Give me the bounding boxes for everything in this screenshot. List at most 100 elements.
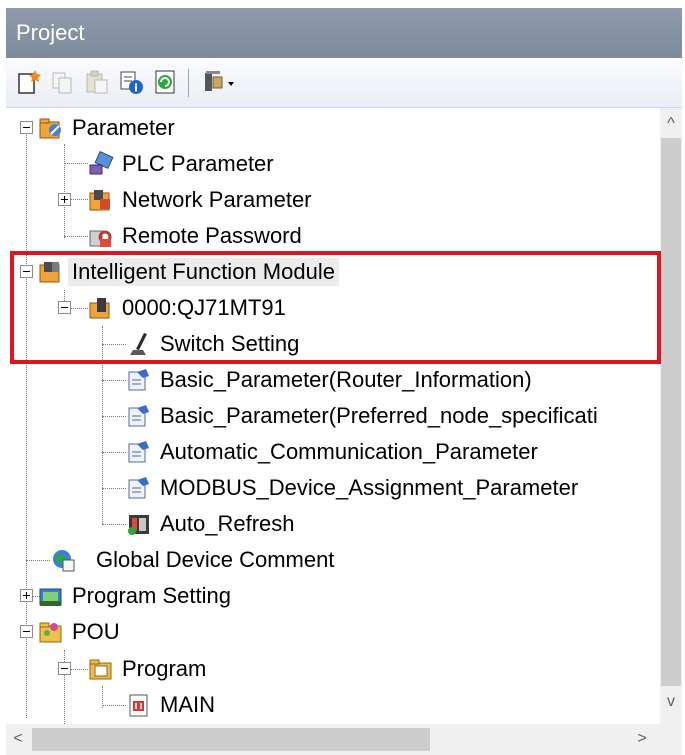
scroll-left-button[interactable]: < — [10, 729, 26, 749]
toolbar-separator — [188, 69, 189, 97]
tree-item-network-parameter[interactable]: Network Parameter — [88, 182, 588, 218]
tree-item-global-device-comment[interactable]: Global Device Comment — [50, 542, 570, 578]
refresh-icon — [155, 70, 175, 94]
tree-line — [102, 326, 103, 524]
tree-line — [64, 236, 88, 237]
project-window: Project i Parameter PLC Parameter Networ… — [0, 0, 685, 755]
tree-item-switch-setting[interactable]: Switch Setting — [126, 326, 606, 362]
parameter-doc-icon — [126, 403, 152, 429]
collapse-pou-icon[interactable] — [20, 625, 33, 638]
tree-item-label: Basic_Parameter(Preferred_node_specifica… — [160, 403, 598, 428]
auto-refresh-icon — [126, 511, 152, 537]
tree-line — [64, 144, 65, 238]
tree-item-basic-parameter-preferred-node[interactable]: Basic_Parameter(Preferred_node_specifica… — [126, 398, 660, 434]
tree-item-label: PLC Parameter — [122, 151, 274, 176]
tree-line — [71, 308, 88, 309]
tree-item-label: MODBUS_Device_Assignment_Parameter — [160, 475, 579, 500]
tree-line — [102, 380, 126, 381]
tools-dropdown-icon — [205, 71, 234, 91]
horizontal-scrollbar[interactable]: < > — [6, 724, 660, 755]
tools-dropdown-button[interactable] — [200, 67, 240, 97]
project-toolbar: i — [6, 58, 682, 108]
new-data-icon — [18, 70, 41, 94]
tree-line — [102, 488, 126, 489]
switch-setting-icon — [126, 331, 152, 357]
project-titlebar: Project — [6, 8, 682, 58]
svg-text:i: i — [134, 82, 138, 95]
tree-item-label: Global Device Comment — [96, 547, 335, 572]
parameter-doc-icon — [126, 367, 152, 393]
tree-line — [102, 416, 126, 417]
tree-item-pou[interactable]: POU — [38, 614, 338, 650]
expand-network-parameter-icon[interactable] — [58, 193, 71, 206]
collapse-intelligent-module-icon[interactable] — [20, 265, 33, 278]
tree-item-label: POU — [72, 619, 120, 644]
tree-item-modbus-device-assignment-parameter[interactable]: MODBUS_Device_Assignment_Parameter — [126, 470, 656, 506]
tree-item-plc-parameter[interactable]: PLC Parameter — [88, 146, 588, 182]
tree-item-label: 0000:QJ71MT91 — [122, 295, 286, 320]
pou-folder-icon — [38, 619, 64, 645]
tree-item-label: Program — [122, 656, 207, 681]
tree-item-program[interactable]: Program — [88, 651, 388, 687]
tree-line — [102, 452, 126, 453]
vertical-scrollbar[interactable]: ^ v — [660, 108, 682, 724]
tree-line — [102, 524, 126, 525]
copy-button[interactable] — [48, 67, 78, 97]
intelligent-module-icon — [38, 259, 64, 285]
paste-icon — [86, 70, 108, 94]
new-data-button[interactable] — [14, 67, 44, 97]
refresh-button[interactable] — [150, 67, 180, 97]
scroll-up-button[interactable]: ^ — [661, 114, 681, 134]
tree-item-intelligent-function-module[interactable]: Intelligent Function Module — [38, 254, 558, 290]
collapse-qj71mt91-icon[interactable] — [58, 301, 71, 314]
copy-icon — [52, 72, 72, 94]
parameter-folder-icon — [38, 115, 64, 141]
tree-item-label: MAIN — [160, 692, 215, 717]
tree-item-basic-parameter-router[interactable]: Basic_Parameter(Router_Information) — [126, 362, 656, 398]
remote-password-icon — [88, 223, 114, 249]
project-tree: Parameter PLC Parameter Network Paramete… — [6, 108, 660, 724]
property-button[interactable]: i — [116, 67, 146, 97]
parameter-doc-icon — [126, 475, 152, 501]
tree-line — [71, 199, 88, 200]
collapse-program-icon[interactable] — [58, 662, 71, 675]
scroll-down-button[interactable]: v — [661, 692, 681, 712]
tree-item-label: Switch Setting — [160, 331, 300, 356]
property-icon: i — [120, 71, 143, 95]
scroll-right-button[interactable]: > — [634, 729, 650, 749]
collapse-parameter-icon[interactable] — [20, 121, 33, 134]
tree-item-remote-password[interactable]: Remote Password — [88, 218, 588, 254]
network-parameter-icon — [88, 187, 114, 213]
plc-parameter-icon — [88, 151, 114, 177]
module-icon — [88, 295, 114, 321]
expand-program-setting-icon[interactable] — [20, 589, 33, 602]
tree-item-program-setting[interactable]: Program Setting — [38, 578, 558, 614]
tree-line — [71, 669, 88, 670]
tree-item-parameter[interactable]: Parameter — [38, 110, 598, 146]
program-folder-icon — [88, 656, 114, 682]
tree-item-label: Remote Password — [122, 223, 302, 248]
tree-item-label: Program Setting — [72, 583, 231, 608]
tree-line — [64, 163, 88, 164]
program-setting-icon — [38, 583, 64, 609]
parameter-doc-icon — [126, 439, 152, 465]
tree-item-label: Auto_Refresh — [160, 511, 295, 536]
tree-line — [26, 560, 50, 561]
tree-item-label: Basic_Parameter(Router_Information) — [160, 367, 532, 392]
vertical-scroll-thumb[interactable] — [661, 138, 681, 686]
window-title: Project — [16, 20, 85, 45]
tree-item-label: Network Parameter — [122, 187, 312, 212]
global-comment-icon — [50, 547, 76, 573]
tree-item-label: Automatic_Communication_Parameter — [160, 439, 538, 464]
tree-item-label: Parameter — [72, 115, 175, 140]
tree-item-automatic-communication-parameter[interactable]: Automatic_Communication_Parameter — [126, 434, 656, 470]
tree-line — [102, 344, 126, 345]
tree-item-label: Intelligent Function Module — [68, 258, 339, 286]
tree-item-qj71mt91[interactable]: 0000:QJ71MT91 — [88, 290, 588, 326]
tree-item-auto-refresh[interactable]: Auto_Refresh — [126, 506, 606, 542]
paste-button[interactable] — [82, 67, 112, 97]
horizontal-scroll-thumb[interactable] — [32, 728, 430, 751]
tree-item-main[interactable]: MAIN — [126, 687, 426, 723]
scrollbar-corner — [660, 724, 682, 755]
tree-line — [102, 705, 126, 706]
